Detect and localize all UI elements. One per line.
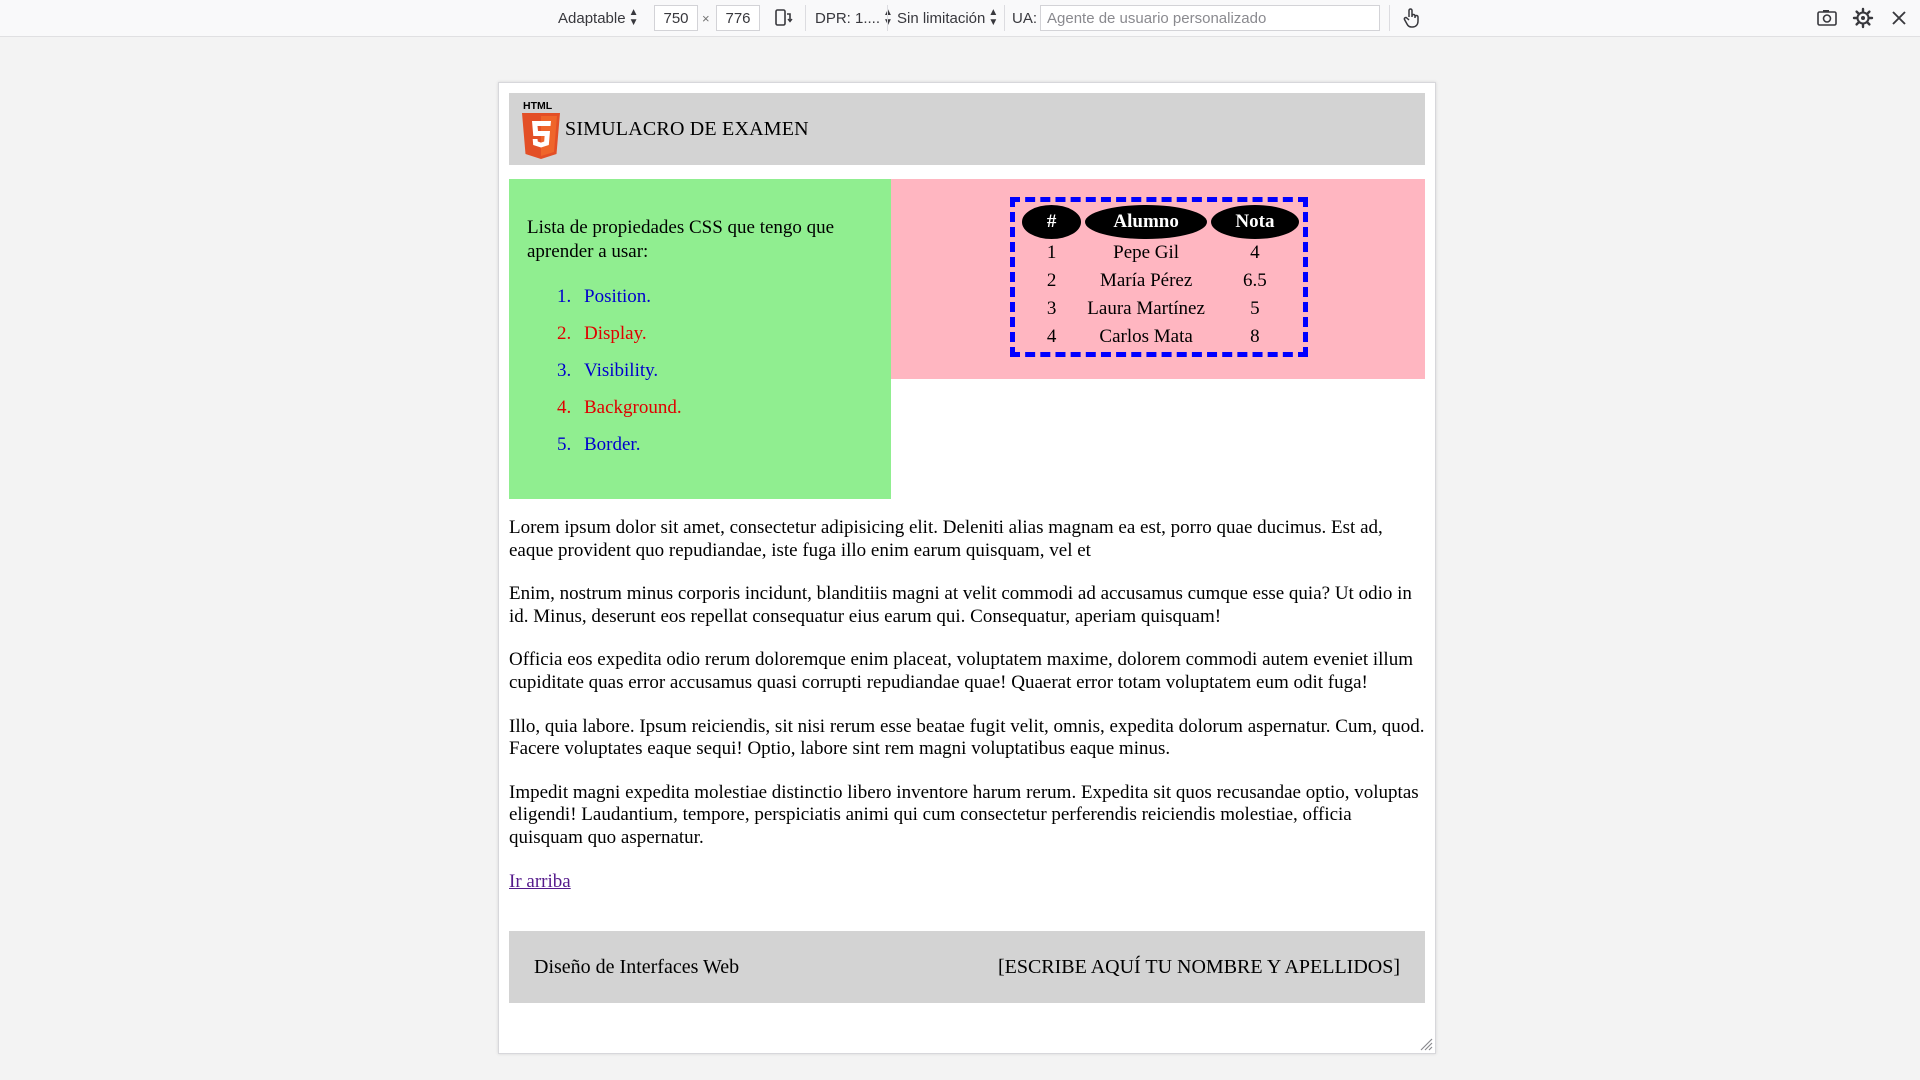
column-header-alumno: Alumno: [1085, 205, 1207, 239]
table-row: 1 Pepe Gil 4: [1022, 239, 1299, 267]
resize-handle-icon[interactable]: [1419, 1037, 1433, 1051]
viewport-width-input[interactable]: 750: [654, 5, 698, 31]
device-viewport: HTML SIMULACRO DE EXAMEN Lista de propie…: [498, 82, 1436, 1054]
dpr-label: DPR: 1....: [815, 9, 881, 27]
css-properties-list: 1. Position. 2. Display. 3. Visibility. 4. B…: [527, 286, 873, 471]
grades-table-border: # Alumno Nota 1 Pepe Gil 4 2 María Pérez…: [1010, 197, 1308, 357]
grades-panel: # Alumno Nota 1 Pepe Gil 4 2 María Pérez…: [891, 179, 1425, 379]
table-cell: 4: [1250, 242, 1260, 263]
table-header-row: # Alumno Nota: [1022, 205, 1299, 239]
updown-arrows-icon: ▲▼: [988, 7, 999, 28]
panel-intro-text: Lista de propiedades CSS que tengo que a…: [527, 217, 835, 262]
list-item-label: Position.: [584, 286, 652, 307]
list-item: 4. Background.: [557, 397, 873, 434]
list-number: 5.: [557, 434, 572, 455]
column-header-number: #: [1022, 205, 1082, 239]
table-cell: 2: [1046, 270, 1057, 291]
paragraph: Impedit magni expedita molestiae distinc…: [509, 781, 1419, 848]
device-selector-label: Adaptable: [558, 9, 626, 27]
table-row: 4 Carlos Mata 8: [1022, 323, 1299, 351]
list-number: 1.: [557, 286, 572, 307]
list-item-label: Background.: [584, 397, 682, 418]
touch-icon[interactable]: [1398, 5, 1424, 31]
responsive-toolbar: Adaptable ▲▼ 750 × 776 DPR: 1.... ▲▼ Sin…: [0, 0, 1920, 37]
list-item-label: Border.: [584, 434, 641, 455]
dimension-separator: ×: [702, 10, 710, 26]
dpr-selector[interactable]: DPR: 1.... ▲▼: [815, 0, 893, 36]
list-item-label: Display.: [584, 323, 647, 344]
footer-author: [ESCRIBE AQUÍ TU NOMBRE Y APELLIDOS]: [997, 955, 1400, 978]
settings-icon[interactable]: [1850, 5, 1876, 31]
paragraph: Officia eos expedita odio rerum doloremq…: [509, 649, 1413, 693]
table-cell: 8: [1250, 326, 1260, 347]
paragraph: Illo, quia labore. Ipsum reiciendis, sit…: [509, 715, 1425, 760]
viewport-height-input[interactable]: 776: [716, 5, 760, 31]
back-to-top-link[interactable]: Ir arriba: [509, 871, 571, 892]
grades-table: # Alumno Nota 1 Pepe Gil 4 2 María Pérez…: [1018, 205, 1303, 351]
footer-course: Diseño de Interfaces Web: [534, 955, 740, 978]
list-item: 5. Border.: [557, 434, 873, 471]
device-selector[interactable]: Adaptable ▲ ▼: [558, 0, 638, 36]
list-item-label: Visibility.: [584, 360, 659, 381]
table-cell: 5: [1250, 298, 1260, 319]
user-agent-input[interactable]: Agente de usuario personalizado: [1040, 5, 1380, 31]
table-cell: 3: [1046, 298, 1057, 319]
table-row: 3 Laura Martínez 5: [1022, 295, 1299, 323]
table-cell: 1: [1046, 242, 1057, 263]
updown-arrows-icon: ▲▼: [628, 7, 639, 28]
css-properties-panel: Lista de propiedades CSS que tengo que a…: [509, 179, 891, 499]
paragraph: Enim, nostrum minus corporis incidunt, b…: [509, 583, 1412, 627]
page-content: HTML SIMULACRO DE EXAMEN Lista de propie…: [499, 83, 1435, 1053]
table-cell: Pepe Gil: [1113, 242, 1180, 263]
screenshot-icon[interactable]: [1814, 5, 1840, 31]
ua-label: UA:: [1012, 9, 1038, 27]
list-item: 2. Display.: [557, 323, 873, 360]
close-icon[interactable]: [1886, 5, 1912, 31]
paragraph: Lorem ipsum dolor sit amet, consectetur …: [509, 517, 1383, 561]
page-title: SIMULACRO DE EXAMEN: [565, 117, 809, 140]
html5-logo-icon: HTML: [522, 100, 560, 159]
table-cell: María Pérez: [1099, 270, 1193, 291]
table-cell: 6.5: [1243, 270, 1267, 291]
table-cell: Carlos Mata: [1099, 326, 1193, 347]
user-agent-placeholder: Agente de usuario personalizado: [1047, 9, 1267, 27]
table-cell: 4: [1046, 326, 1057, 347]
logo-text: HTML: [523, 100, 553, 112]
table-cell: Laura Martínez: [1087, 298, 1205, 319]
throttling-label: Sin limitación: [897, 9, 986, 27]
list-item: 1. Position.: [557, 286, 873, 323]
list-number: 3.: [557, 360, 572, 381]
list-number: 4.: [557, 397, 572, 418]
column-header-nota: Nota: [1210, 205, 1299, 239]
site-header: HTML SIMULACRO DE EXAMEN: [509, 93, 1425, 165]
list-item: 3. Visibility.: [557, 360, 873, 397]
site-footer: Diseño de Interfaces Web [ESCRIBE AQUÍ T…: [509, 931, 1425, 1003]
rotate-icon[interactable]: [770, 5, 796, 31]
main-text: Lorem ipsum dolor sit amet, consectetur …: [509, 517, 1429, 893]
throttling-selector[interactable]: Sin limitación ▲ ▼: [897, 0, 998, 36]
table-row: 2 María Pérez 6.5: [1022, 267, 1299, 295]
list-number: 2.: [557, 323, 572, 344]
